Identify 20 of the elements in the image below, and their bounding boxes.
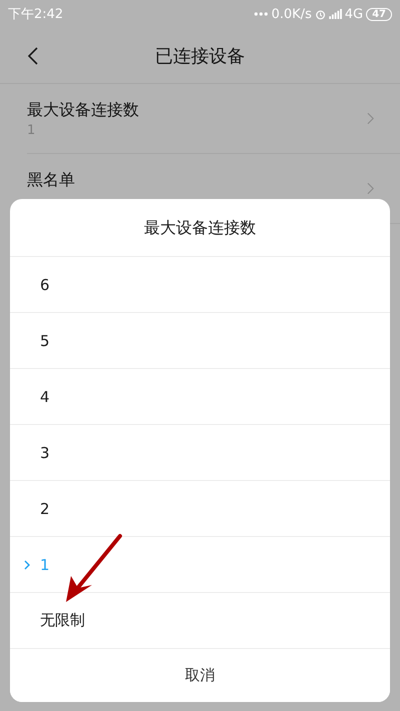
dialog-title: 最大设备连接数 [10, 199, 390, 257]
setting-title: 最大设备连接数 [27, 100, 139, 121]
page-title: 已连接设备 [155, 44, 245, 68]
network-speed: 0.0K/s [271, 6, 312, 22]
chevron-icon[interactable] [367, 182, 374, 195]
chevron-icon[interactable] [367, 112, 374, 125]
option-item[interactable]: 4 [10, 369, 390, 425]
network-type: 4G [344, 6, 364, 22]
alarm-icon [314, 8, 326, 20]
status-time: 下午2:42 [8, 6, 64, 23]
battery-level: 47 [366, 8, 392, 20]
more-icon [254, 12, 268, 16]
setting-title: 黑名单 [27, 170, 75, 191]
chevron-icon [24, 560, 30, 570]
option-item[interactable]: 2 [10, 481, 390, 537]
option-item[interactable]: 5 [10, 313, 390, 369]
option-item[interactable]: 3 [10, 425, 390, 481]
signal-icon [328, 9, 342, 19]
back-icon[interactable] [28, 46, 38, 64]
option-item[interactable]: 6 [10, 257, 390, 313]
